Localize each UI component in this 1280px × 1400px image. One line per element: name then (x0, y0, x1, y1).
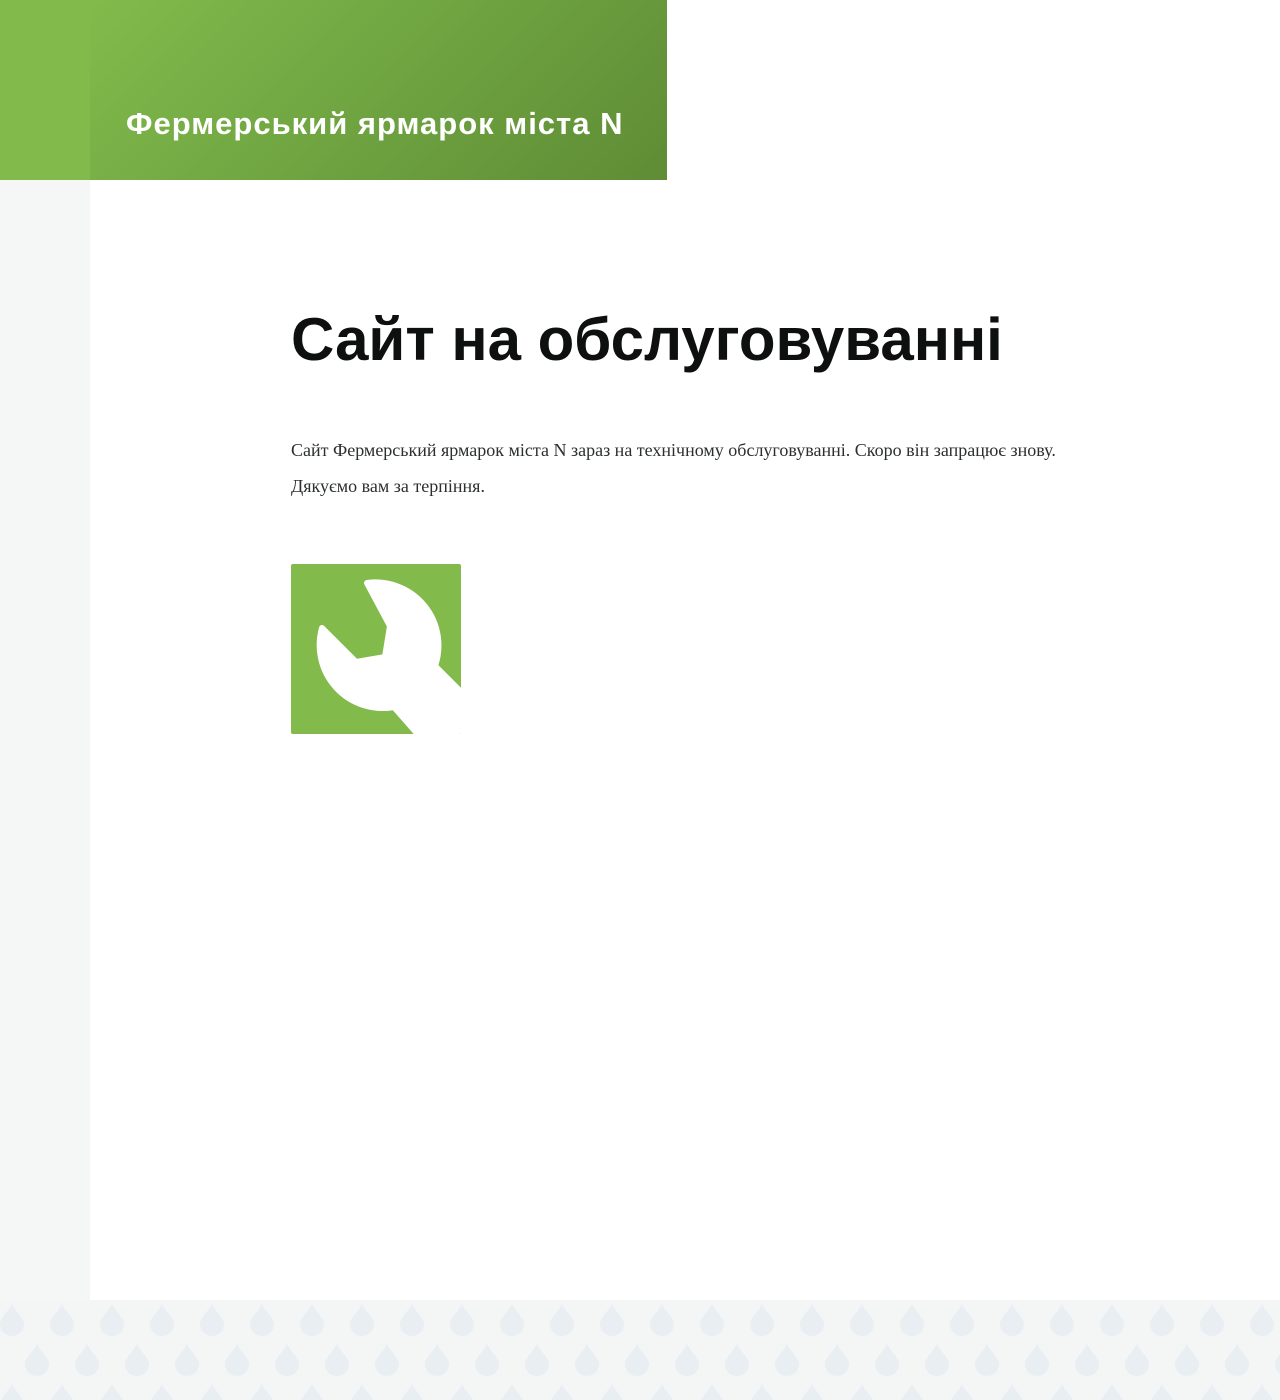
droplet-icon (225, 1344, 249, 1376)
site-title: Фермерський ярмарок міста N (126, 106, 624, 141)
droplet-icon (451, 1384, 473, 1400)
wrench-icon-graphic (316, 579, 461, 734)
droplet-icon (875, 1344, 899, 1376)
droplet-icon (725, 1344, 749, 1376)
droplet-icon (375, 1344, 399, 1376)
droplet-icon (925, 1344, 949, 1376)
droplet-icon (601, 1384, 623, 1400)
droplet-icon (1001, 1384, 1023, 1400)
droplet-icon (850, 1304, 874, 1336)
droplet-icon (900, 1304, 924, 1336)
droplet-icon (251, 1384, 273, 1400)
droplet-icon (975, 1344, 999, 1376)
droplet-icon (250, 1304, 274, 1336)
droplet-icon (51, 1384, 73, 1400)
droplet-icon (851, 1384, 873, 1400)
wrench-icon (291, 564, 461, 734)
droplet-icon (425, 1344, 449, 1376)
droplet-icon (1125, 1344, 1149, 1376)
droplet-icon (201, 1384, 223, 1400)
droplet-icon (1200, 1304, 1224, 1336)
droplet-icon (25, 1344, 49, 1376)
site-header-banner: Фермерський ярмарок міста N (90, 0, 667, 180)
droplet-icon (450, 1304, 474, 1336)
droplet-icon (200, 1304, 224, 1336)
droplet-icon (1025, 1344, 1049, 1376)
droplet-icon (1250, 1304, 1274, 1336)
droplet-icon (650, 1304, 674, 1336)
droplet-icon (951, 1384, 973, 1400)
droplet-icon (1275, 1354, 1280, 1374)
droplet-icon (901, 1384, 923, 1400)
droplet-icon (575, 1344, 599, 1376)
droplet-icon (1100, 1304, 1124, 1336)
droplet-icon (775, 1344, 799, 1376)
left-rail (0, 0, 90, 1300)
page-title: Сайт на обслуговуванні (291, 306, 1003, 373)
droplet-icon (600, 1304, 624, 1336)
droplet-icon (350, 1304, 374, 1336)
droplet-icon (1251, 1384, 1273, 1400)
droplet-icon (825, 1344, 849, 1376)
droplet-icon (1000, 1304, 1024, 1336)
droplet-icon (1151, 1384, 1173, 1400)
droplet-icon (501, 1384, 523, 1400)
droplet-icon (500, 1304, 524, 1336)
droplet-icon (1101, 1384, 1123, 1400)
droplet-icon (150, 1304, 174, 1336)
droplet-icon (75, 1344, 99, 1376)
droplet-icon (300, 1304, 324, 1336)
droplet-icon (301, 1384, 323, 1400)
droplet-icon (401, 1384, 423, 1400)
droplet-icon (1225, 1344, 1249, 1376)
droplet-icon (175, 1344, 199, 1376)
droplet-icon (950, 1304, 974, 1336)
maintenance-message-line-1: Сайт Фермерський ярмарок міста N зараз н… (291, 440, 1056, 460)
droplet-icon (50, 1304, 74, 1336)
droplet-icon (750, 1304, 774, 1336)
droplet-icon (475, 1344, 499, 1376)
footer-droplet-pattern (0, 1300, 1280, 1400)
droplet-icon (1051, 1384, 1073, 1400)
droplet-icon (800, 1304, 824, 1336)
droplet-icon (701, 1384, 723, 1400)
droplet-icon (325, 1344, 349, 1376)
droplet-icon (651, 1384, 673, 1400)
left-rail-accent (0, 0, 90, 180)
droplet-icon (1175, 1344, 1199, 1376)
maintenance-content: Сайт на обслуговуванні Сайт Фермерський … (291, 300, 1191, 734)
droplet-icon (675, 1344, 699, 1376)
droplet-icon (625, 1344, 649, 1376)
droplet-icon (751, 1384, 773, 1400)
droplet-icon (1150, 1304, 1174, 1336)
droplet-icon (351, 1384, 373, 1400)
droplet-icon (101, 1384, 123, 1400)
droplet-icon (551, 1384, 573, 1400)
droplet-icon-pattern (0, 1304, 1280, 1400)
droplet-icon (1050, 1304, 1074, 1336)
droplet-icon (1075, 1344, 1099, 1376)
droplet-icon (125, 1344, 149, 1376)
maintenance-message: Сайт Фермерський ярмарок міста N зараз н… (291, 432, 1191, 504)
droplet-icon (151, 1384, 173, 1400)
droplet-icon (275, 1344, 299, 1376)
droplet-icon (0, 1304, 24, 1336)
droplet-icon (400, 1304, 424, 1336)
droplet-icon (1201, 1384, 1223, 1400)
droplet-icon (100, 1304, 124, 1336)
droplet-icon (550, 1304, 574, 1336)
droplet-icon (1, 1384, 23, 1400)
maintenance-message-line-2: Дякуємо вам за терпіння. (291, 476, 485, 496)
droplet-icon (525, 1344, 549, 1376)
droplet-icon (801, 1384, 823, 1400)
droplet-icon (700, 1304, 724, 1336)
